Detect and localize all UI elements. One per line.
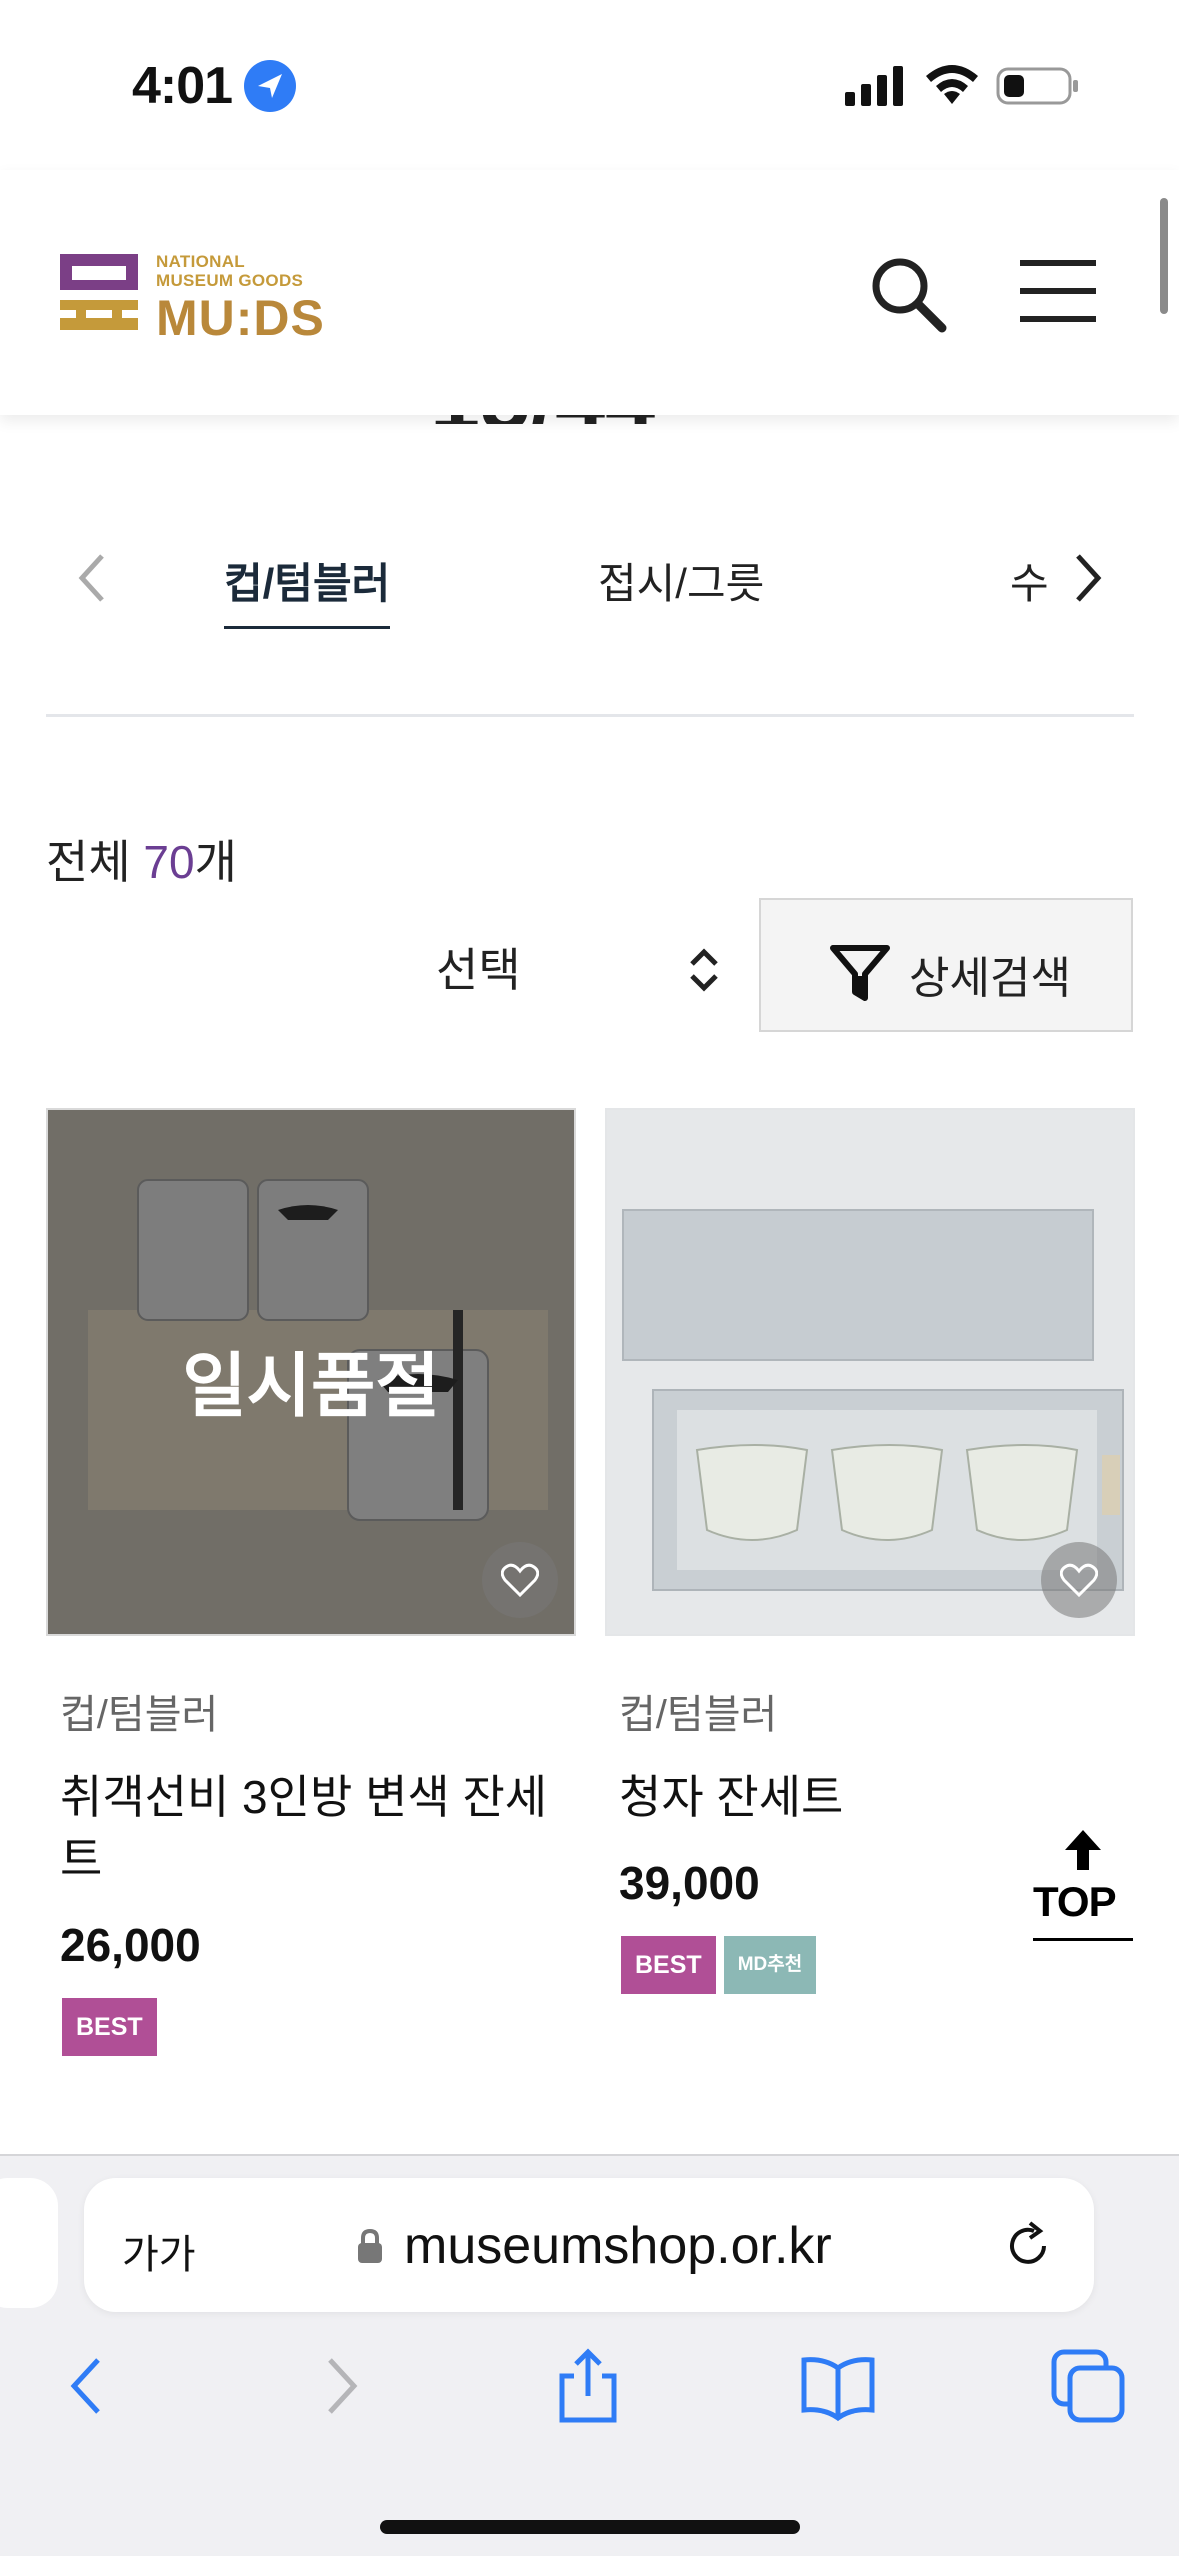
sort-select[interactable]: 선택	[436, 930, 736, 1000]
top-label: TOP	[1033, 1878, 1117, 1925]
share-icon[interactable]	[548, 2346, 628, 2426]
lock-icon	[358, 2228, 382, 2263]
product-name[interactable]: 취객선비 3인방 변색 잔세트	[60, 1766, 580, 1890]
md-pick-badge: MD추천	[723, 1936, 817, 1994]
reload-icon[interactable]	[1000, 2218, 1056, 2274]
wifi-icon	[926, 65, 978, 104]
tab-cup-tumbler[interactable]: 컵/텀블러	[224, 550, 391, 629]
reader-aa-button[interactable]: 가가	[122, 2222, 196, 2280]
divider	[46, 714, 1134, 717]
filter-funnel-icon	[830, 945, 890, 1001]
best-badge: BEST	[621, 1936, 716, 1994]
back-icon[interactable]	[48, 2346, 128, 2426]
menu-button[interactable]	[1016, 258, 1100, 324]
product-image[interactable]: 일시품절	[46, 1108, 576, 1636]
product-category: 컵/텀블러	[60, 1693, 219, 1737]
top-underline	[1033, 1938, 1133, 1941]
cellular-signal-icon	[845, 66, 903, 106]
product-image[interactable]	[605, 1108, 1135, 1636]
product-name[interactable]: 청자 잔세트	[619, 1766, 1139, 1828]
chevron-right-icon	[1076, 554, 1102, 602]
hamburger-menu-icon	[1020, 260, 1096, 322]
logo-line2: MUSEUM GOODS	[156, 271, 304, 290]
previous-tab-peek[interactable]	[0, 2178, 58, 2308]
browser-nav	[0, 2346, 1179, 2456]
search-icon	[872, 258, 947, 333]
product-badges: BEST	[62, 1998, 576, 2056]
logo-brand: MU:DS	[156, 290, 325, 346]
bookmarks-icon[interactable]	[798, 2346, 878, 2426]
tabs-icon[interactable]	[1048, 2346, 1128, 2426]
scroll-top-button[interactable]: TOP	[1033, 1826, 1133, 1946]
sort-selected-value: 선택	[436, 944, 521, 996]
chevron-left-icon	[78, 554, 104, 602]
home-indicator	[380, 2520, 800, 2534]
browser-toolbar: 가가 museumshop.or.kr	[0, 2154, 1179, 2556]
status-time: 4:01	[132, 57, 233, 115]
tab-plate-bowl[interactable]: 접시/그릇	[598, 550, 764, 611]
muds-logo-mark	[60, 254, 138, 330]
product-category: 컵/텀블러	[619, 1693, 778, 1737]
scrollbar-thumb[interactable]	[1160, 198, 1168, 314]
count-number: 70	[143, 836, 195, 888]
site-header: NATIONAL MUSEUM GOODS MU:DS	[0, 170, 1179, 415]
location-arrow-icon	[244, 60, 296, 112]
tab-next-button[interactable]	[1066, 550, 1110, 606]
tab-partial[interactable]: 수	[1010, 550, 1049, 611]
category-tabs: 컵/텀블러 접시/그릇 수	[0, 520, 1179, 640]
search-button[interactable]	[866, 252, 950, 336]
heart-icon	[501, 1563, 539, 1597]
product-count: 전체 70개	[46, 826, 237, 892]
best-badge: BEST	[62, 1998, 157, 2056]
advanced-search-button[interactable]: 상세검색	[759, 898, 1133, 1032]
wishlist-button[interactable]	[1041, 1542, 1117, 1618]
logo-line1: NATIONAL	[156, 252, 245, 271]
heart-icon	[1060, 1563, 1098, 1597]
product-card[interactable]: 일시품절 컵/텀블러 취객선비 3인방 변색 잔세트 26,000 BEST	[46, 1108, 576, 2056]
count-prefix: 전체	[46, 836, 144, 888]
product-price: 26,000	[60, 1919, 201, 1971]
muds-logo[interactable]: NATIONAL MUSEUM GOODS MU:DS	[56, 250, 324, 345]
battery-icon	[996, 67, 1078, 105]
tab-prev-button[interactable]	[70, 550, 114, 606]
advanced-search-label: 상세검색	[909, 954, 1071, 1003]
forward-icon[interactable]	[300, 2346, 380, 2426]
count-suffix: 개	[194, 836, 237, 888]
url-text: museumshop.or.kr	[404, 2217, 832, 2275]
status-bar: 4:01	[0, 0, 1179, 170]
soldout-label: 일시품절	[182, 1347, 440, 1425]
address-bar[interactable]: 가가 museumshop.or.kr	[84, 2178, 1094, 2312]
wishlist-button[interactable]	[482, 1542, 558, 1618]
arrow-up-icon	[1065, 1830, 1101, 1870]
updown-chevron-icon	[690, 948, 718, 992]
